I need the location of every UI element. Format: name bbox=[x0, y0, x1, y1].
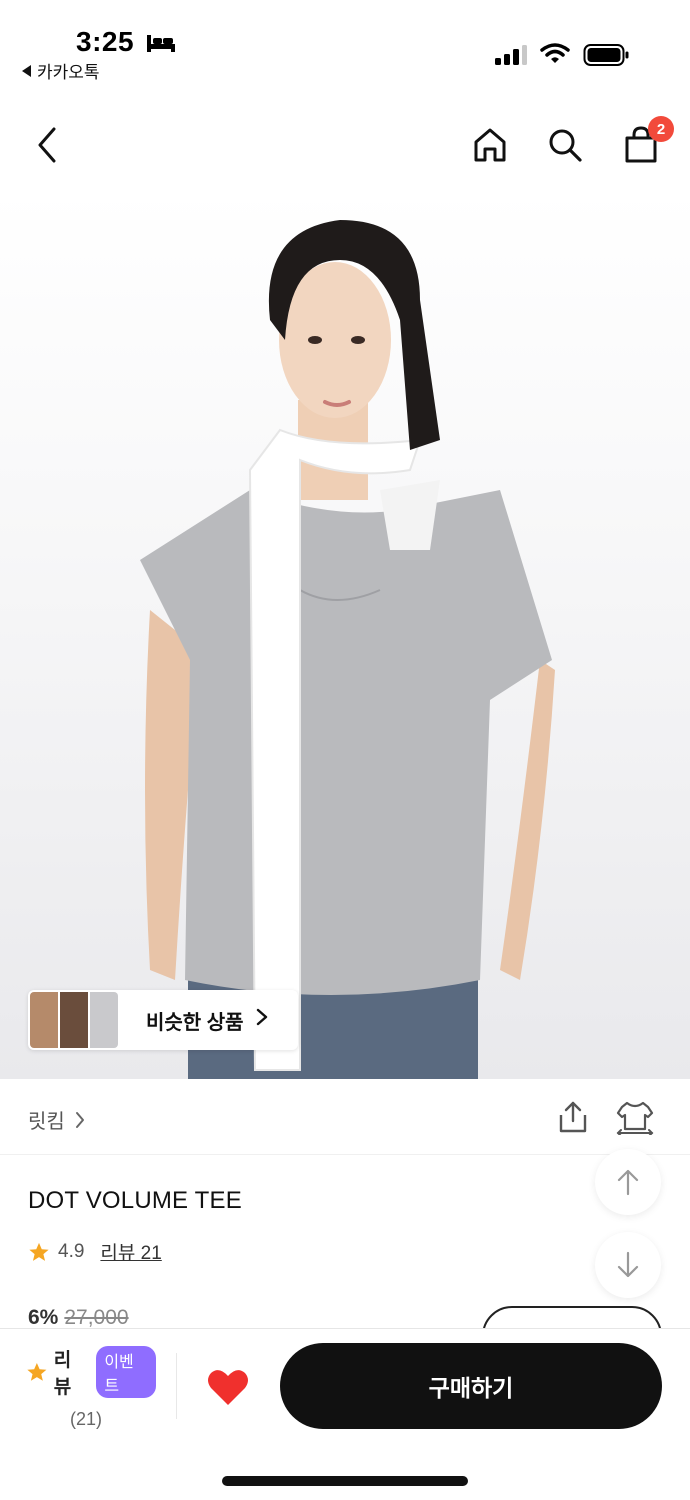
chevron-right-icon bbox=[75, 1111, 84, 1128]
similar-products-card[interactable]: 비슷한 상품 bbox=[28, 990, 298, 1050]
product-title: DOT VOLUME TEE bbox=[28, 1187, 242, 1214]
back-button[interactable] bbox=[24, 122, 70, 168]
home-button[interactable] bbox=[467, 122, 513, 168]
scroll-top-button[interactable] bbox=[595, 1149, 661, 1215]
star-icon bbox=[27, 1362, 47, 1381]
heart-icon[interactable] bbox=[206, 1367, 250, 1407]
review-link[interactable]: 리뷰 21 bbox=[100, 1238, 161, 1265]
similar-thumbnails bbox=[30, 992, 118, 1048]
model-photo bbox=[140, 220, 555, 1079]
scroll-bottom-button[interactable] bbox=[595, 1232, 661, 1298]
price-row: 6% 27,000 bbox=[28, 1306, 129, 1330]
bed-icon bbox=[147, 35, 175, 52]
wifi-icon bbox=[540, 43, 570, 63]
review-event-button[interactable]: 리뷰 이벤트 (21) bbox=[26, 1345, 156, 1429]
home-icon bbox=[474, 128, 506, 162]
rating-value: 4.9 bbox=[58, 1240, 85, 1262]
status-time: 3:25 bbox=[76, 26, 135, 57]
arrow-down-icon bbox=[617, 1251, 639, 1278]
buy-button[interactable]: 구매하기 bbox=[280, 1343, 662, 1429]
original-price: 27,000 bbox=[64, 1306, 129, 1329]
status-bar: 3:25 카카오톡 bbox=[0, 0, 690, 90]
bottom-action-bar: 리뷰 이벤트 (21) 구매하기 bbox=[0, 1328, 690, 1500]
brand-name: 릿킴 bbox=[28, 1111, 65, 1133]
chevron-right-icon bbox=[256, 1008, 268, 1032]
rating-row: 4.9 리뷰 21 bbox=[28, 1238, 162, 1265]
home-indicator bbox=[222, 1476, 468, 1486]
chevron-left-icon bbox=[38, 127, 56, 163]
star-icon bbox=[29, 1242, 49, 1261]
size-fit-icon[interactable] bbox=[614, 1099, 656, 1135]
brand-row: 릿킴 bbox=[0, 1079, 690, 1155]
battery-icon bbox=[583, 44, 629, 66]
similar-products-label: 비슷한 상품 bbox=[146, 1011, 244, 1034]
discount-rate: 6% bbox=[28, 1306, 59, 1329]
cart-button[interactable]: 2 bbox=[618, 116, 674, 168]
search-button[interactable] bbox=[542, 122, 588, 168]
back-triangle-icon bbox=[22, 64, 31, 77]
signal-icon bbox=[495, 45, 527, 65]
back-to-app[interactable]: 카카오톡 bbox=[22, 58, 100, 83]
review-label: 리뷰 bbox=[53, 1350, 72, 1398]
product-image[interactable]: 비슷한 상품 bbox=[0, 190, 690, 1079]
search-icon bbox=[549, 129, 582, 162]
event-badge: 이벤트 bbox=[96, 1346, 156, 1398]
top-nav: 2 bbox=[0, 110, 690, 180]
back-app-label: 카카오톡 bbox=[37, 63, 100, 82]
arrow-up-icon bbox=[617, 1169, 639, 1196]
review-count: (21) bbox=[70, 1409, 103, 1429]
cart-count-badge: 2 bbox=[648, 116, 674, 142]
brand-link[interactable]: 릿킴 bbox=[28, 1105, 85, 1134]
share-icon[interactable] bbox=[555, 1099, 591, 1135]
divider bbox=[176, 1353, 177, 1419]
